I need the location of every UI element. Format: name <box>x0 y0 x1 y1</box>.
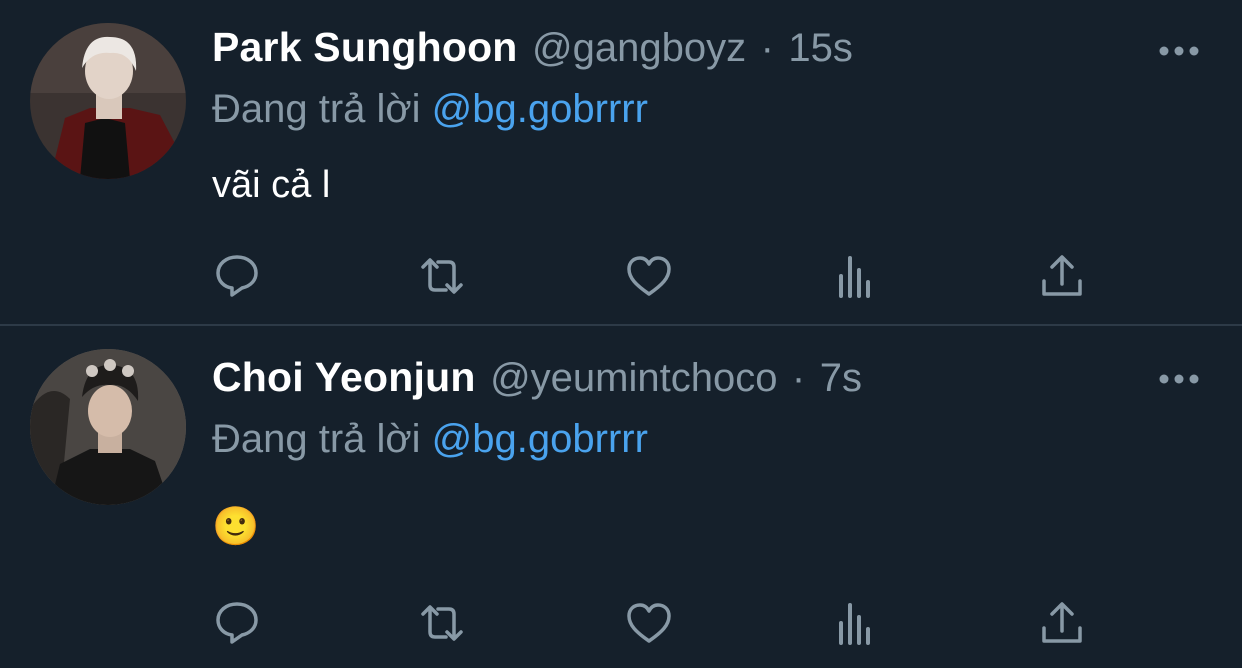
tweet-actions <box>212 252 1112 300</box>
tweet[interactable]: Choi Yeonjun @yeumintchoco · 7s Đang trả… <box>0 327 1242 668</box>
like-icon[interactable] <box>624 252 674 300</box>
display-name[interactable]: Park Sunghoon <box>212 24 518 70</box>
mention-link[interactable]: @bg.gobrrrr <box>432 417 648 461</box>
analytics-icon[interactable] <box>830 599 880 647</box>
display-name[interactable]: Choi Yeonjun <box>212 354 476 400</box>
tweet-text: vãi cả l <box>212 164 331 206</box>
reply-prefix: Đang trả lời <box>212 87 421 131</box>
separator-dot: · <box>791 356 806 400</box>
separator-dot: · <box>760 26 774 70</box>
like-icon[interactable] <box>624 599 674 647</box>
retweet-icon[interactable] <box>417 599 467 647</box>
reply-context: Đang trả lời @bg.gobrrrr <box>212 417 648 462</box>
share-icon[interactable] <box>1037 252 1087 300</box>
avatar-image <box>30 23 186 179</box>
tweet-divider <box>0 324 1242 326</box>
user-handle[interactable]: @gangboyz <box>532 26 746 70</box>
more-icon[interactable] <box>1158 44 1200 58</box>
analytics-icon[interactable] <box>830 252 880 300</box>
avatar[interactable] <box>30 23 186 179</box>
avatar-image <box>30 349 186 505</box>
tweet-text: 🙂 <box>212 506 260 548</box>
tweet-header: Choi Yeonjun @yeumintchoco · 7s <box>212 354 862 414</box>
timestamp[interactable]: 7s <box>820 356 862 400</box>
reply-icon[interactable] <box>212 252 262 300</box>
timestamp[interactable]: 15s <box>788 26 853 70</box>
reply-prefix: Đang trả lời <box>212 417 421 461</box>
reply-context: Đang trả lời @bg.gobrrrr <box>212 87 648 132</box>
tweet-actions <box>212 599 1112 647</box>
mention-link[interactable]: @bg.gobrrrr <box>432 87 648 131</box>
tweet-header: Park Sunghoon @gangboyz · 15s <box>212 24 853 84</box>
user-handle[interactable]: @yeumintchoco <box>490 356 777 400</box>
share-icon[interactable] <box>1037 599 1087 647</box>
tweet[interactable]: Park Sunghoon @gangboyz · 15s Đang trả l… <box>0 0 1242 325</box>
retweet-icon[interactable] <box>417 252 467 300</box>
more-icon[interactable] <box>1158 372 1200 386</box>
reply-icon[interactable] <box>212 599 262 647</box>
avatar[interactable] <box>30 349 186 505</box>
